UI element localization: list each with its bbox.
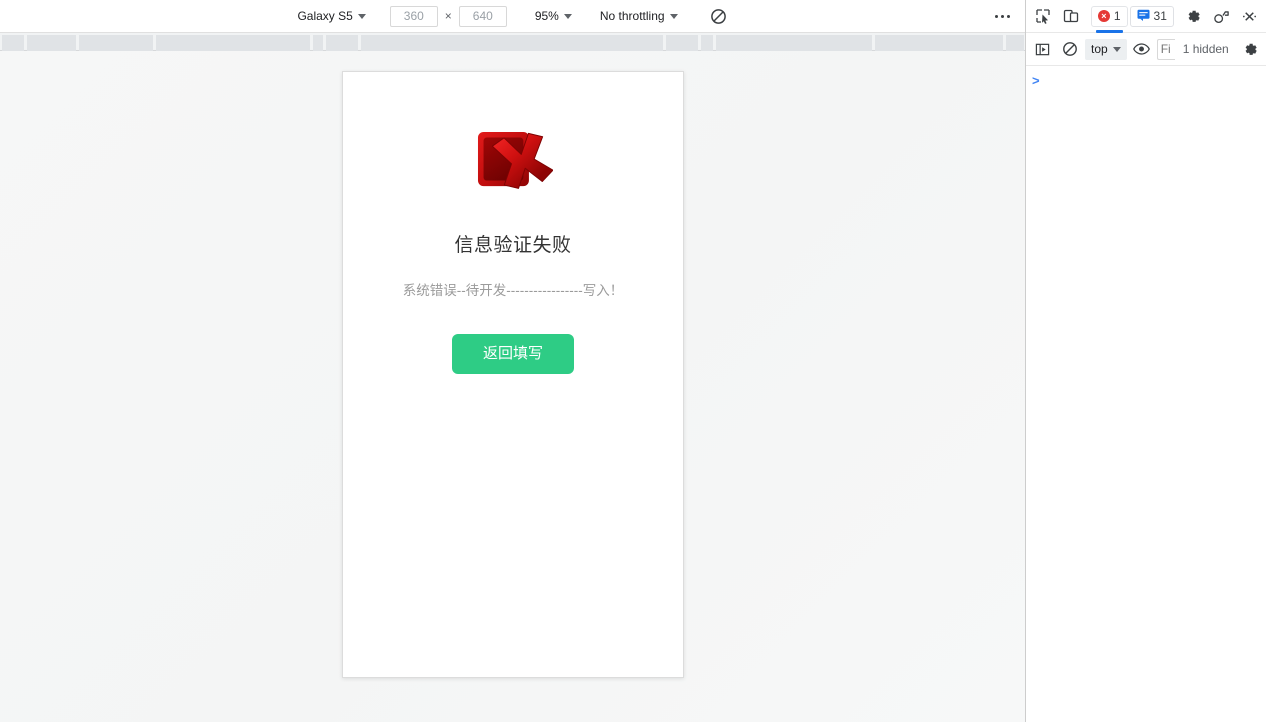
error-count-badge[interactable]: × 1 — [1090, 5, 1128, 33]
clear-console-icon[interactable] — [1057, 36, 1083, 62]
message-count-badge[interactable]: 31 — [1129, 5, 1174, 27]
console-prompt-caret: > — [1032, 73, 1040, 88]
back-to-form-button[interactable]: 返回填写 — [452, 334, 574, 374]
ruler-segment — [2, 35, 24, 51]
hidden-messages-label: 1 hidden — [1182, 42, 1229, 56]
close-icon[interactable] — [1236, 3, 1262, 29]
error-icon-container — [343, 124, 683, 202]
dimension-separator: × — [444, 9, 452, 23]
ruler-segment — [701, 35, 713, 51]
error-message: 系统错误--待开发-----------------写入！ — [402, 283, 624, 298]
devtools-panel: × 1 31 top Fi 1 hidden > — [1026, 0, 1266, 722]
execution-context-selector[interactable]: top — [1085, 38, 1127, 60]
inspect-element-icon[interactable] — [1030, 3, 1056, 29]
error-cross-icon — [477, 131, 553, 189]
result-page: 信息验证失败 系统错误--待开发-----------------写入！ 返回填… — [343, 72, 683, 374]
device-toolbar-icon[interactable] — [1058, 3, 1084, 29]
more-options-icon[interactable] — [989, 4, 1015, 28]
viewport-height-input[interactable] — [458, 5, 507, 27]
gear-icon[interactable] — [1180, 3, 1206, 29]
ruler-segment — [1006, 35, 1024, 51]
devtools-window: Galaxy S5 × 95% No throttling — [0, 0, 1266, 722]
console-prompt-row[interactable]: > — [1026, 72, 1266, 92]
zoom-level-label: 95% — [534, 9, 559, 23]
chevron-down-icon — [1112, 46, 1121, 52]
console-filter-input[interactable] — [1156, 38, 1175, 60]
execution-context-label: top — [1091, 42, 1108, 56]
devices-icon[interactable] — [1208, 3, 1234, 29]
message-count-label: 31 — [1153, 9, 1167, 23]
ruler-segment — [875, 35, 1003, 51]
error-count-label: 1 — [1113, 9, 1121, 23]
viewport-ruler — [0, 33, 1025, 51]
device-toolbar: Galaxy S5 × 95% No throttling — [0, 0, 1025, 33]
throttling-label: No throttling — [599, 9, 665, 23]
media-query-icon[interactable] — [706, 3, 732, 29]
ruler-segment — [716, 35, 872, 51]
ruler-segment — [156, 35, 310, 51]
ruler-segment — [313, 35, 323, 51]
console-settings-icon[interactable] — [1237, 36, 1263, 62]
chevron-down-icon — [669, 13, 678, 19]
console-output[interactable]: > — [1026, 66, 1266, 722]
throttling-selector[interactable]: No throttling — [596, 7, 682, 25]
device-emulation-pane: Galaxy S5 × 95% No throttling — [0, 0, 1026, 722]
ruler-segment — [666, 35, 698, 51]
error-icon: × — [1097, 10, 1110, 22]
ruler-segment — [326, 35, 358, 51]
devtools-main-toolbar: × 1 31 — [1026, 0, 1266, 33]
device-selector[interactable]: Galaxy S5 — [293, 7, 369, 25]
chevron-down-icon — [563, 13, 572, 19]
page-title: 信息验证失败 — [454, 235, 572, 256]
console-sidebar-icon[interactable] — [1029, 36, 1055, 62]
device-selector-label: Galaxy S5 — [297, 9, 353, 23]
live-expression-icon[interactable] — [1129, 36, 1155, 62]
chevron-down-icon — [357, 13, 366, 19]
console-toolbar: top 1 hidden — [1026, 33, 1266, 66]
phone-viewport: 信息验证失败 系统错误--待开发-----------------写入！ 返回填… — [342, 71, 684, 678]
message-icon — [1137, 9, 1150, 24]
viewport-stage: 信息验证失败 系统错误--待开发-----------------写入！ 返回填… — [0, 51, 1025, 722]
zoom-selector[interactable]: 95% — [531, 7, 576, 25]
ruler-segment — [361, 35, 663, 51]
ruler-segment — [27, 35, 76, 51]
viewport-width-input[interactable] — [389, 5, 438, 27]
ruler-segment — [79, 35, 153, 51]
